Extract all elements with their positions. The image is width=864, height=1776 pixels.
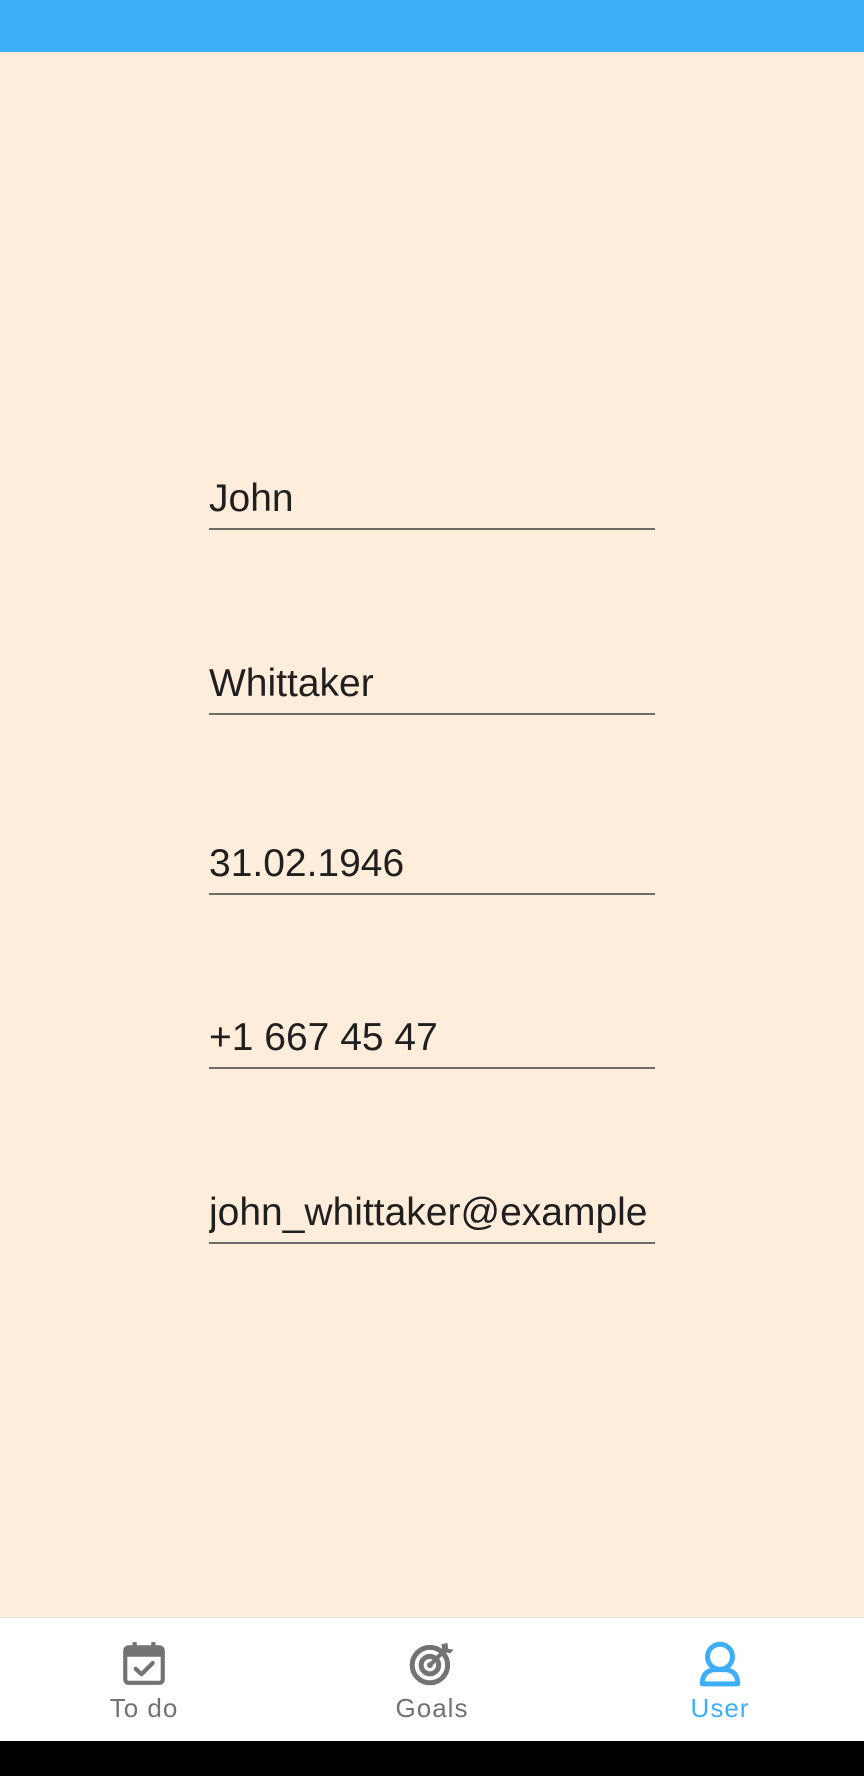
birth-date-field <box>209 835 655 895</box>
calendar-check-icon <box>123 1642 165 1685</box>
first-name-field <box>209 470 655 530</box>
last-name-field <box>209 655 655 715</box>
nav-label-todo: To do <box>109 1693 179 1723</box>
nav-item-user[interactable]: User <box>576 1618 864 1741</box>
nav-label-user: User <box>690 1693 750 1723</box>
email-input[interactable] <box>209 1190 655 1236</box>
nav-label-goals: Goals <box>395 1693 469 1723</box>
nav-item-goals[interactable]: Goals <box>288 1618 576 1741</box>
profile-form <box>0 0 864 1617</box>
target-arrow-icon <box>409 1643 454 1686</box>
bottom-navigation: To do Goals User <box>0 1617 864 1741</box>
phone-input[interactable] <box>209 1015 655 1061</box>
last-name-input[interactable] <box>209 661 655 707</box>
user-icon <box>699 1641 741 1687</box>
phone-field <box>209 1009 655 1069</box>
birth-date-input[interactable] <box>209 841 655 887</box>
email-field <box>209 1184 655 1244</box>
nav-item-todo[interactable]: To do <box>0 1618 288 1741</box>
first-name-input[interactable] <box>209 476 655 522</box>
system-navigation-bar <box>0 1741 864 1776</box>
user-profile-screen: To do Goals User <box>0 0 864 1776</box>
